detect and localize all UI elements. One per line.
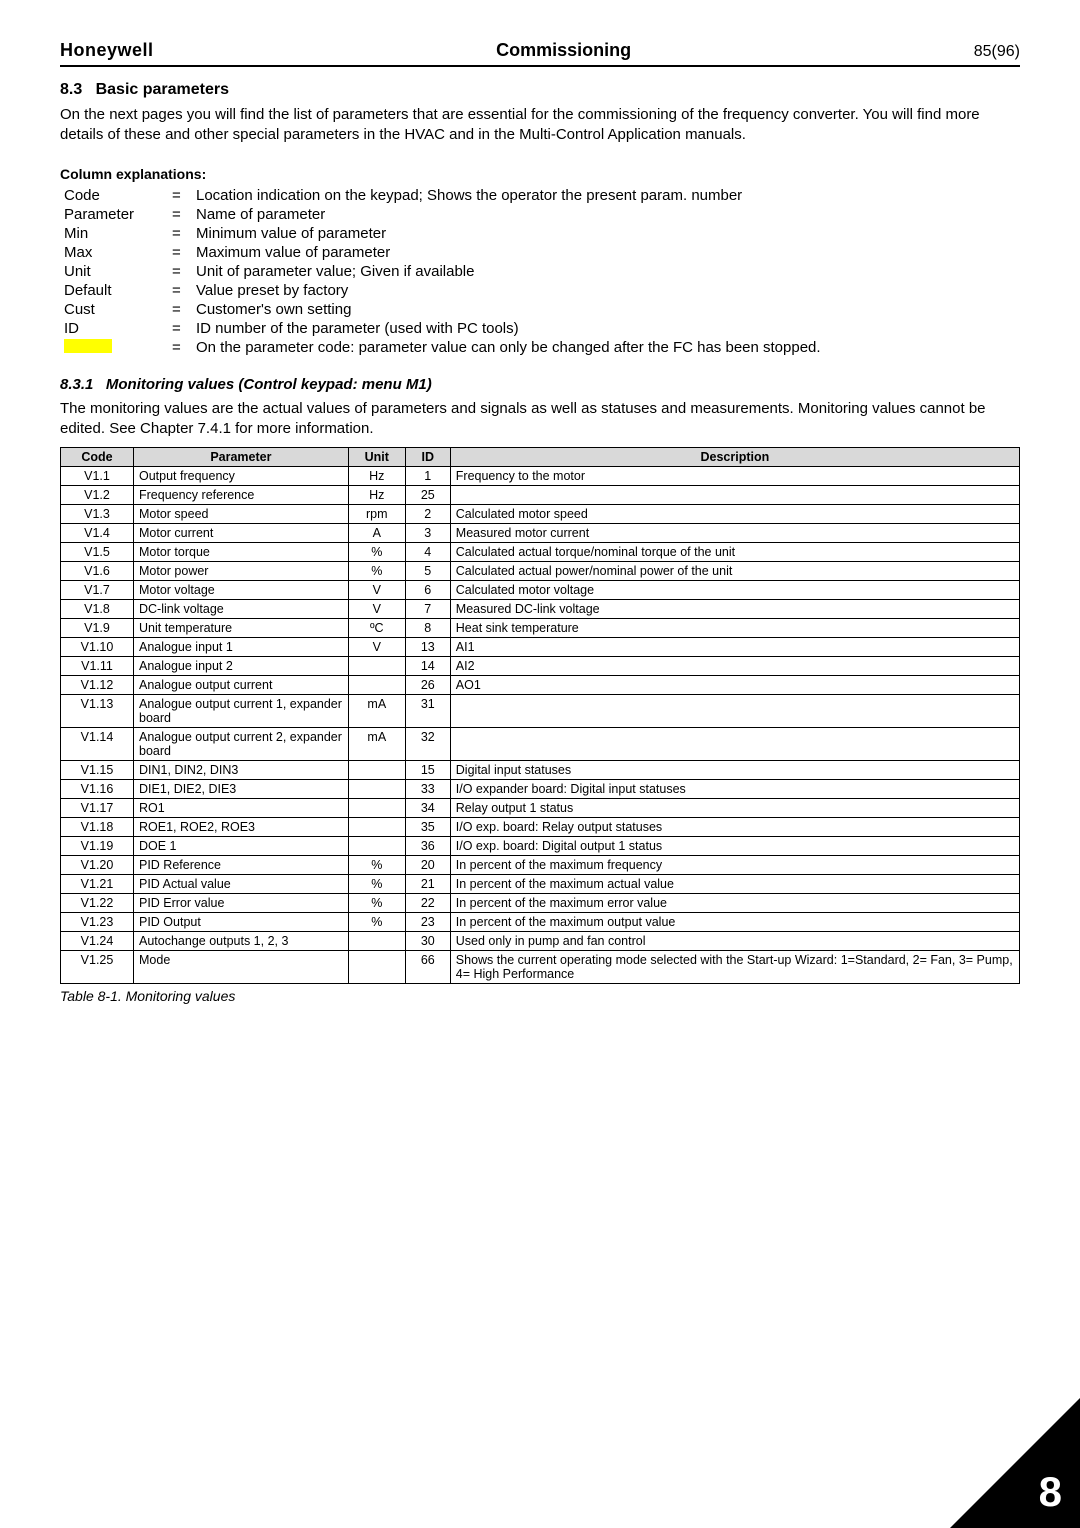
yellow-marker xyxy=(64,339,112,353)
column-explanations-heading: Column explanations: xyxy=(60,166,1020,182)
col-header-code: Code xyxy=(61,448,134,467)
page-header: Honeywell Commissioning 85(96) xyxy=(60,40,1020,67)
chapter-corner: 8 xyxy=(950,1398,1080,1528)
table-row: V1.2Frequency referenceHz25 xyxy=(61,486,1020,505)
table-row: V1.11Analogue input 214AI2 xyxy=(61,657,1020,676)
section-number: 8.3 xyxy=(60,81,82,98)
table-row: V1.4Motor currentA3Measured motor curren… xyxy=(61,524,1020,543)
table-row: V1.17RO134Relay output 1 status xyxy=(61,799,1020,818)
legend-label: Max xyxy=(60,243,168,262)
legend-desc: ID number of the parameter (used with PC… xyxy=(192,319,825,338)
subsection-number: 8.3.1 xyxy=(60,376,93,393)
table-row: V1.18ROE1, ROE2, ROE335I/O exp. board: R… xyxy=(61,818,1020,837)
page-number: 85(96) xyxy=(974,43,1020,61)
table-row: V1.10Analogue input 1V13AI1 xyxy=(61,638,1020,657)
chapter-number: 8 xyxy=(1039,1468,1062,1516)
legend-label: Parameter xyxy=(60,205,168,224)
table-row: V1.16DIE1, DIE2, DIE333I/O expander boar… xyxy=(61,780,1020,799)
legend-desc: Location indication on the keypad; Shows… xyxy=(192,186,825,205)
col-header-description: Description xyxy=(450,448,1019,467)
table-row: V1.1Output frequencyHz1Frequency to the … xyxy=(61,467,1020,486)
table-row: V1.22PID Error value%22In percent of the… xyxy=(61,894,1020,913)
legend-label: Cust xyxy=(60,300,168,319)
table-row: V1.23PID Output%23In percent of the maxi… xyxy=(61,913,1020,932)
legend-desc: Maximum value of parameter xyxy=(192,243,825,262)
table-row: V1.6Motor power%5Calculated actual power… xyxy=(61,562,1020,581)
header-title: Commissioning xyxy=(496,40,631,61)
legend-label: Default xyxy=(60,281,168,300)
subsection-intro: The monitoring values are the actual val… xyxy=(60,399,1020,440)
monitoring-values-table: Code Parameter Unit ID Description V1.1O… xyxy=(60,447,1020,984)
col-header-unit: Unit xyxy=(348,448,405,467)
table-row: V1.24Autochange outputs 1, 2, 330Used on… xyxy=(61,932,1020,951)
table-row: V1.7Motor voltageV6Calculated motor volt… xyxy=(61,581,1020,600)
legend-desc: Value preset by factory xyxy=(192,281,825,300)
table-row: V1.20PID Reference%20In percent of the m… xyxy=(61,856,1020,875)
table-row: V1.12Analogue output current26AO1 xyxy=(61,676,1020,695)
table-row: V1.15DIN1, DIN2, DIN315Digital input sta… xyxy=(61,761,1020,780)
col-header-parameter: Parameter xyxy=(134,448,349,467)
column-explanations-table: Code=Location indication on the keypad; … xyxy=(60,186,825,358)
table-row: V1.25Mode66Shows the current operating m… xyxy=(61,951,1020,984)
table-row: V1.9Unit temperatureºC8Heat sink tempera… xyxy=(61,619,1020,638)
table-row: V1.5Motor torque%4Calculated actual torq… xyxy=(61,543,1020,562)
table-caption: Table 8-1. Monitoring values xyxy=(60,988,1020,1004)
section-title: Basic parameters xyxy=(96,81,229,98)
table-row: V1.19DOE 136I/O exp. board: Digital outp… xyxy=(61,837,1020,856)
legend-label: ID xyxy=(60,319,168,338)
col-header-id: ID xyxy=(405,448,450,467)
table-row: V1.21PID Actual value%21In percent of th… xyxy=(61,875,1020,894)
legend-desc: Customer's own setting xyxy=(192,300,825,319)
brand-label: Honeywell xyxy=(60,40,154,61)
table-row: V1.14Analogue output current 2, expander… xyxy=(61,728,1020,761)
subsection-heading: 8.3.1 Monitoring values (Control keypad:… xyxy=(60,376,1020,393)
legend-label: Unit xyxy=(60,262,168,281)
legend-label: Code xyxy=(60,186,168,205)
legend-label: Min xyxy=(60,224,168,243)
table-row: V1.8DC-link voltageV7Measured DC-link vo… xyxy=(61,600,1020,619)
table-row: V1.13Analogue output current 1, expander… xyxy=(61,695,1020,728)
legend-desc: On the parameter code: parameter value c… xyxy=(192,338,825,358)
section-intro: On the next pages you will find the list… xyxy=(60,105,1020,146)
subsection-title: Monitoring values (Control keypad: menu … xyxy=(106,376,432,393)
legend-desc: Unit of parameter value; Given if availa… xyxy=(192,262,825,281)
legend-desc: Name of parameter xyxy=(192,205,825,224)
section-heading: 8.3 Basic parameters xyxy=(60,81,1020,99)
table-row: V1.3Motor speedrpm2Calculated motor spee… xyxy=(61,505,1020,524)
legend-desc: Minimum value of parameter xyxy=(192,224,825,243)
